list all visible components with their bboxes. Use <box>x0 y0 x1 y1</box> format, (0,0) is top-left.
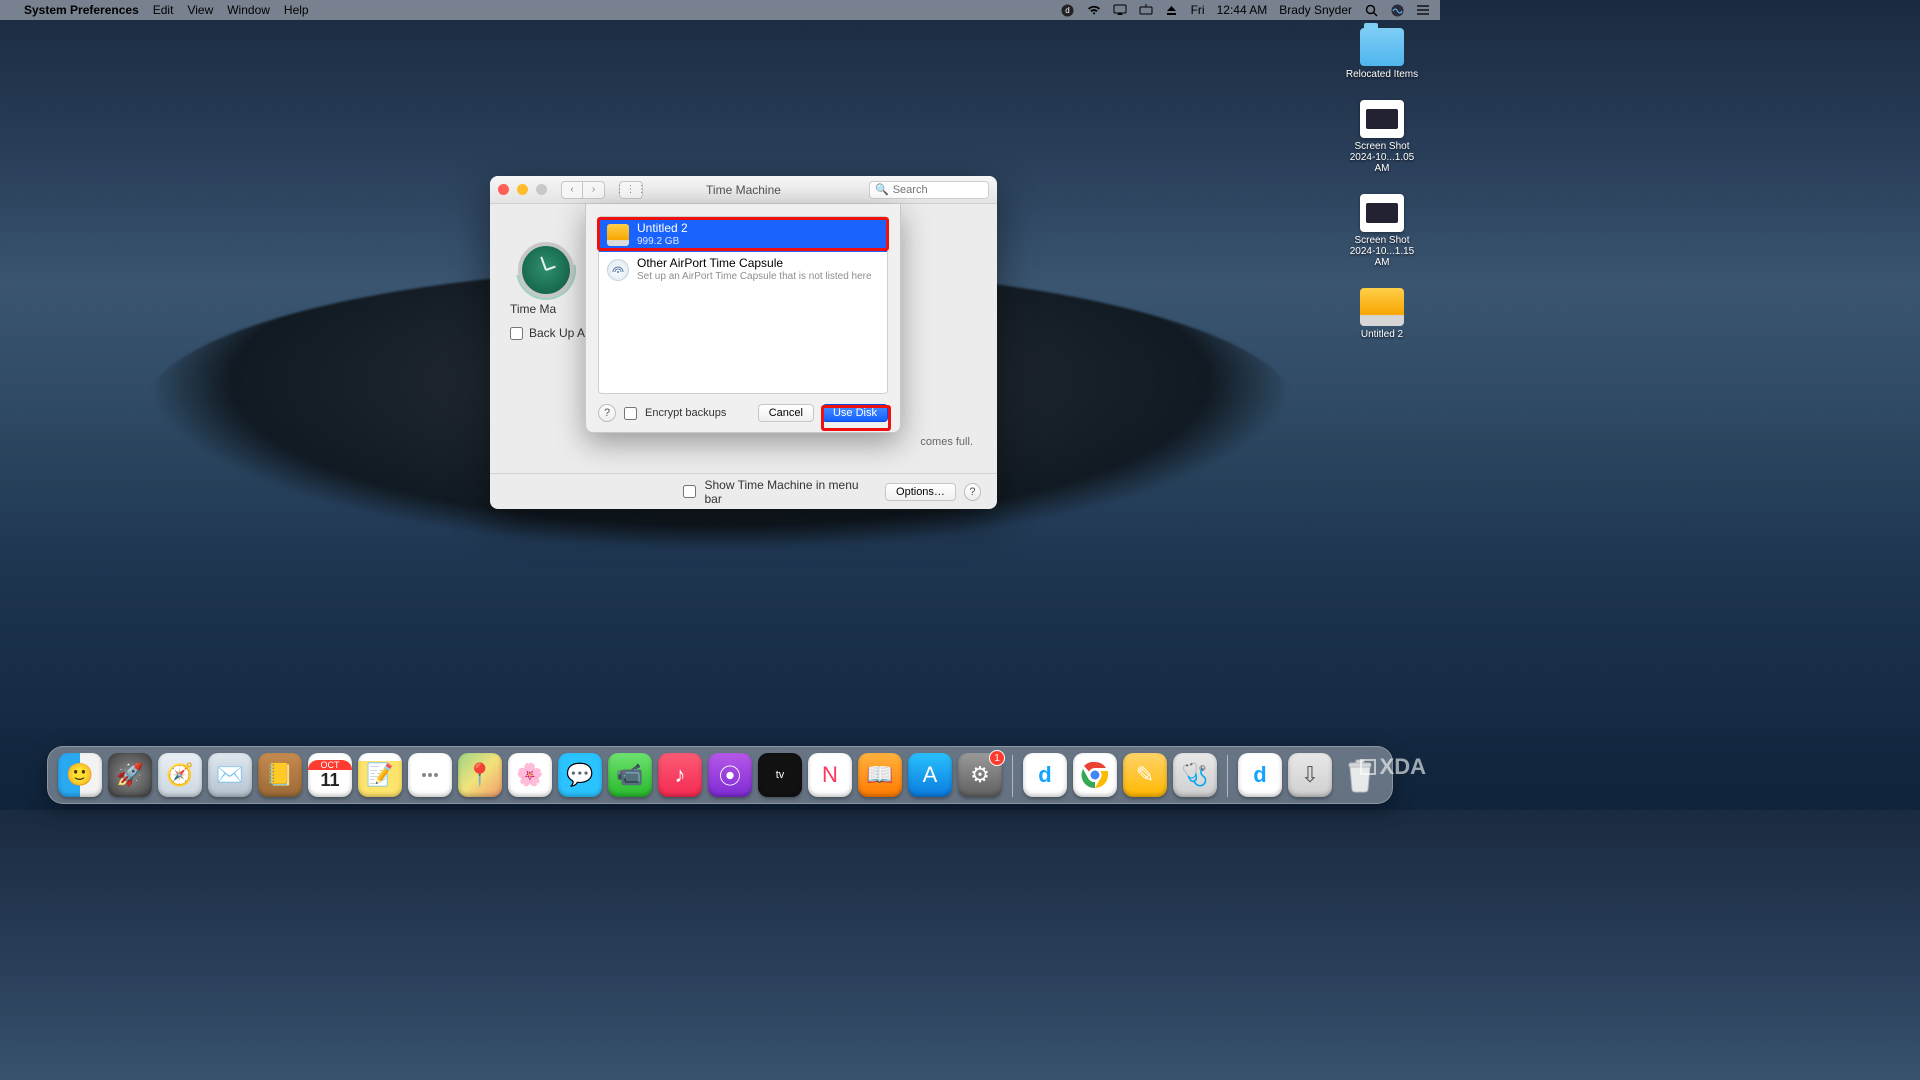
options-button[interactable]: Options… <box>885 483 956 501</box>
info-text-tail: comes full. <box>920 436 973 448</box>
search-field[interactable]: 🔍 <box>869 181 989 199</box>
dock-separator <box>1227 755 1228 797</box>
disk-row-title: Untitled 2 <box>637 222 688 236</box>
disk-row-sub: Set up an AirPort Time Capsule that is n… <box>637 271 872 283</box>
wifi-icon[interactable] <box>1087 3 1101 17</box>
encrypt-label: Encrypt backups <box>645 407 726 419</box>
backup-auto-label: Back Up Au <box>529 326 592 340</box>
airplay-icon[interactable] <box>1113 3 1127 17</box>
help-button[interactable]: ? <box>964 483 981 501</box>
dock-app-books[interactable]: 📖 <box>858 753 902 797</box>
disk-row-title: Other AirPort Time Capsule <box>637 257 872 271</box>
window-titlebar[interactable]: ‹ › ⋮⋮⋮ Time Machine 🔍 <box>490 176 997 204</box>
dock-downloads[interactable]: ⇩ <box>1288 753 1332 797</box>
nav-back-button[interactable]: ‹ <box>561 181 583 199</box>
nav-back-forward: ‹ › <box>561 181 605 199</box>
dock-app-photos[interactable]: 🌸 <box>508 753 552 797</box>
dock-app-notes[interactable]: 📝 <box>358 753 402 797</box>
backup-auto-checkbox[interactable] <box>510 327 523 340</box>
dock-app-finder[interactable]: 🙂 <box>58 753 102 797</box>
dock-app-contacts[interactable]: 📒 <box>258 753 302 797</box>
window-minimize-button[interactable] <box>517 184 528 195</box>
watermark: XDA <box>1354 752 1432 782</box>
dock-app-dashlane[interactable]: d <box>1023 753 1067 797</box>
encrypt-checkbox[interactable] <box>624 407 637 420</box>
dock-app-pages[interactable]: ✎ <box>1123 753 1167 797</box>
menu-view[interactable]: View <box>187 3 213 17</box>
cancel-button[interactable]: Cancel <box>758 404 814 422</box>
badge-icon: 1 <box>989 750 1005 766</box>
dock-app-tv[interactable]: tv <box>758 753 802 797</box>
menu-help[interactable]: Help <box>284 3 309 17</box>
use-disk-button[interactable]: Use Disk <box>822 404 888 422</box>
window-zoom-button <box>536 184 547 195</box>
desktop-icons: Relocated Items Screen Shot 2024-10...1.… <box>1342 28 1422 340</box>
dock-app-facetime[interactable]: 📹 <box>608 753 652 797</box>
desktop-icon-label: Untitled 2 <box>1361 329 1403 340</box>
dock-app-chrome[interactable] <box>1073 753 1117 797</box>
desktop-icon-screenshot-1[interactable]: Screen Shot 2024-10...1.05 AM <box>1342 100 1422 174</box>
dock-app-calendar[interactable]: OCT11 <box>308 753 352 797</box>
disk-row-selected[interactable]: Untitled 2 999.2 GB <box>599 217 887 252</box>
spotlight-icon[interactable] <box>1364 3 1378 17</box>
disk-list: Untitled 2 999.2 GB Other AirPort Time C… <box>598 216 888 394</box>
dashlane-menuextra-icon[interactable]: d <box>1061 3 1075 17</box>
menu-window[interactable]: Window <box>227 3 270 17</box>
svg-text:d: d <box>1065 6 1069 15</box>
dock-app-utility[interactable]: 🩺 <box>1173 753 1217 797</box>
menubar-time[interactable]: 12:44 AM <box>1217 3 1268 17</box>
disk-row-airport[interactable]: Other AirPort Time Capsule Set up an Air… <box>599 252 887 287</box>
chrome-icon <box>1080 760 1110 790</box>
folder-icon <box>1360 28 1404 66</box>
nav-forward-button[interactable]: › <box>583 181 605 199</box>
disk-row-sub: 999.2 GB <box>637 236 688 248</box>
keyboard-input-icon[interactable] <box>1139 3 1153 17</box>
window-bottom-bar: Show Time Machine in menu bar Options… ? <box>490 473 997 509</box>
menubar-app-name[interactable]: System Preferences <box>24 3 139 17</box>
notification-center-icon[interactable] <box>1416 3 1430 17</box>
dock-app-podcasts[interactable]: ⦿ <box>708 753 752 797</box>
menu-edit[interactable]: Edit <box>153 3 174 17</box>
dock-app-mail[interactable]: ✉️ <box>208 753 252 797</box>
dock-app-dashlane-2[interactable]: d <box>1238 753 1282 797</box>
dock-app-music[interactable]: ♪ <box>658 753 702 797</box>
search-icon: 🔍 <box>875 183 889 196</box>
dock-app-maps[interactable]: 📍 <box>458 753 502 797</box>
sheet-help-button[interactable]: ? <box>598 404 616 422</box>
dock-app-messages[interactable]: 💬 <box>558 753 602 797</box>
desktop-icon-screenshot-2[interactable]: Screen Shot 2024-10...1.15 AM <box>1342 194 1422 268</box>
screenshot-icon <box>1360 100 1404 138</box>
time-machine-icon <box>518 242 574 298</box>
dock-app-reminders[interactable] <box>408 753 452 797</box>
desktop-icon-label: Screen Shot 2024-10...1.15 AM <box>1342 235 1422 268</box>
desktop-icon-drive[interactable]: Untitled 2 <box>1342 288 1422 340</box>
show-in-menubar-checkbox[interactable] <box>683 485 696 498</box>
dock-app-news[interactable]: N <box>808 753 852 797</box>
siri-icon[interactable] <box>1390 3 1404 17</box>
external-disk-icon <box>607 224 629 246</box>
desktop-icon-relocated[interactable]: Relocated Items <box>1342 28 1422 80</box>
screenshot-icon <box>1360 194 1404 232</box>
external-drive-icon <box>1360 288 1404 326</box>
menubar: System Preferences Edit View Window Help… <box>0 0 1440 20</box>
desktop-icon-label: Relocated Items <box>1346 69 1418 80</box>
menubar-day[interactable]: Fri <box>1191 3 1205 17</box>
eject-fastuser-icon[interactable] <box>1165 3 1179 17</box>
dock-app-system-preferences[interactable]: ⚙︎1 <box>958 753 1002 797</box>
search-input[interactable] <box>893 184 983 196</box>
dock-app-safari[interactable]: 🧭 <box>158 753 202 797</box>
show-all-button[interactable]: ⋮⋮⋮ <box>619 181 643 199</box>
dock-app-launchpad[interactable]: 🚀 <box>108 753 152 797</box>
dock-separator <box>1012 755 1013 797</box>
dock-app-appstore[interactable]: A <box>908 753 952 797</box>
desktop-icon-label: Screen Shot 2024-10...1.05 AM <box>1342 141 1422 174</box>
menubar-user[interactable]: Brady Snyder <box>1279 3 1352 17</box>
window-close-button[interactable] <box>498 184 509 195</box>
select-disk-sheet: Untitled 2 999.2 GB Other AirPort Time C… <box>585 204 901 433</box>
time-capsule-icon <box>607 259 629 281</box>
show-in-menubar-label: Show Time Machine in menu bar <box>704 478 869 506</box>
dock: 🙂 🚀 🧭 ✉️ 📒 OCT11 📝 📍 🌸 💬 📹 ♪ ⦿ tv N 📖 A … <box>47 746 1393 804</box>
